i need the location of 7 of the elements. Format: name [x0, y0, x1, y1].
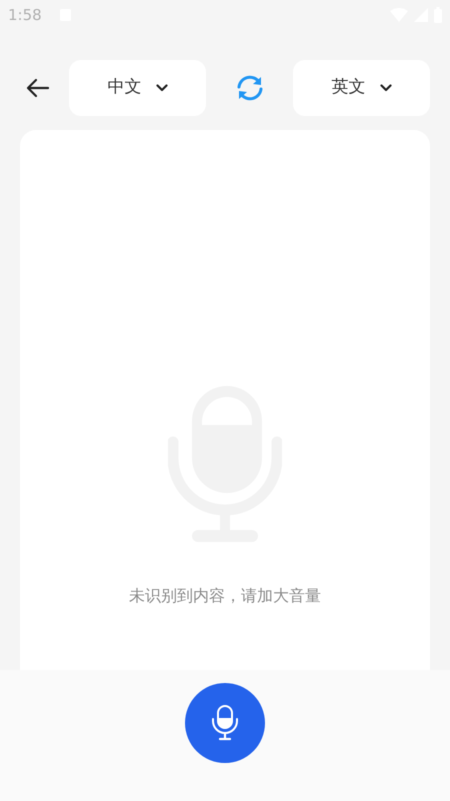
target-language-dropdown[interactable]: 英文	[293, 60, 430, 116]
chevron-down-icon	[380, 84, 392, 92]
no-content-message: 未识别到内容，请加大音量	[129, 585, 321, 607]
source-language-dropdown[interactable]: 中文	[69, 60, 206, 116]
chevron-down-icon	[156, 84, 168, 92]
status-time: 1:58	[8, 4, 42, 26]
microphone-icon	[211, 705, 239, 741]
